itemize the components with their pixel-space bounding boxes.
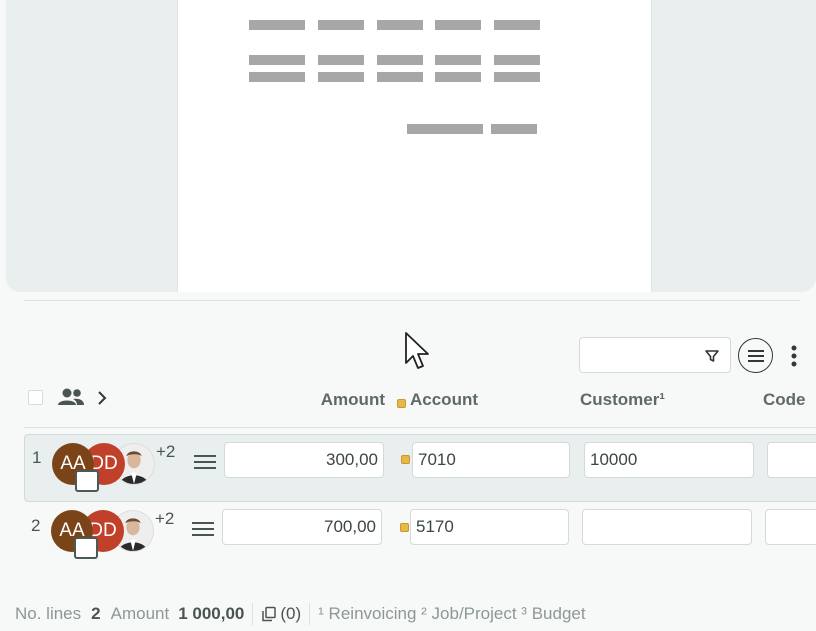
placeholder-line <box>435 20 481 30</box>
placeholder-line <box>318 20 364 30</box>
account-field[interactable]: 5170 <box>410 509 569 545</box>
people-icon[interactable] <box>57 387 85 407</box>
row-checkbox[interactable] <box>75 470 99 492</box>
placeholder-line <box>249 20 305 30</box>
summary-footer: No. lines 2 Amount 1 000,00 (0) ¹ Reinvo… <box>15 603 586 625</box>
row-number: 2 <box>31 516 41 535</box>
column-header-account[interactable]: Account <box>410 390 478 410</box>
placeholder-line <box>249 72 305 82</box>
select-all-checkbox[interactable] <box>28 390 43 405</box>
header-divider <box>24 427 816 428</box>
placeholder-line <box>494 72 540 82</box>
footer-separator <box>252 603 254 625</box>
column-header-code[interactable]: Code <box>763 390 806 410</box>
lines-label: No. lines <box>15 604 82 623</box>
amount-field[interactable]: 300,00 <box>224 442 384 478</box>
row-number: 1 <box>32 448 42 467</box>
more-participants-count[interactable]: +2 <box>156 442 175 462</box>
code-field[interactable] <box>767 442 816 478</box>
lines-value: 2 <box>91 604 101 623</box>
footer-separator <box>309 603 311 625</box>
placeholder-line <box>491 124 537 134</box>
document-preview-area <box>6 0 816 292</box>
placeholder-line <box>494 55 540 65</box>
placeholder-line <box>318 55 364 65</box>
row-menu-icon[interactable] <box>193 452 217 472</box>
code-field[interactable] <box>765 509 816 545</box>
amount-total: 1 000,00 <box>178 604 245 623</box>
copy-icon[interactable] <box>261 606 277 622</box>
amount-field[interactable]: 700,00 <box>222 509 382 545</box>
placeholder-line <box>377 72 423 82</box>
attachments-count[interactable]: (0) <box>280 604 301 624</box>
column-header-amount[interactable]: Amount <box>300 390 385 410</box>
more-participants-count[interactable]: +2 <box>155 509 174 529</box>
list-menu-button[interactable] <box>738 338 773 373</box>
placeholder-line <box>318 72 364 82</box>
table-row[interactable]: 1 DD AA +2 300,00 7010 10000 <box>24 434 816 502</box>
placeholder-line <box>494 20 540 30</box>
table-row[interactable]: 2 DD AA +2 700,00 5170 <box>24 503 816 571</box>
placeholder-line <box>435 72 481 82</box>
placeholder-line <box>407 124 483 134</box>
mouse-cursor-icon <box>405 332 429 369</box>
placeholder-line <box>377 20 423 30</box>
customer-field[interactable] <box>582 509 752 545</box>
amount-label: Amount <box>110 604 170 623</box>
chevron-right-icon[interactable] <box>95 388 109 408</box>
more-vertical-icon[interactable] <box>784 344 804 368</box>
customer-field[interactable]: 10000 <box>584 442 754 478</box>
placeholder-line <box>377 55 423 65</box>
required-marker <box>401 455 410 464</box>
account-field[interactable]: 7010 <box>412 442 570 478</box>
document-page <box>177 0 652 292</box>
search-input[interactable] <box>579 337 731 373</box>
required-marker <box>397 399 406 408</box>
placeholder-line <box>435 55 481 65</box>
required-marker <box>400 523 409 532</box>
row-menu-icon[interactable] <box>191 519 215 539</box>
row-checkbox[interactable] <box>74 537 98 559</box>
column-legend: ¹ Reinvoicing ² Job/Project ³ Budget <box>318 604 586 623</box>
column-header-customer[interactable]: Customer¹ <box>580 390 665 410</box>
filter-icon[interactable] <box>704 348 720 364</box>
section-divider <box>24 300 800 301</box>
placeholder-line <box>249 55 305 65</box>
list-menu-icon <box>747 349 764 362</box>
